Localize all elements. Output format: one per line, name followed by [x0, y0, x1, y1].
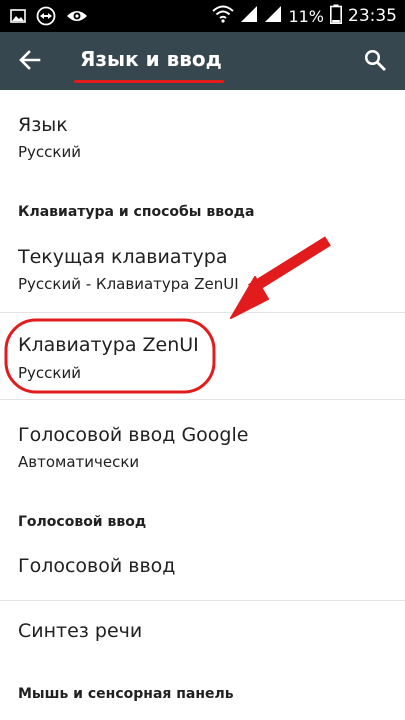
pref-summary: Русский — [18, 364, 81, 382]
back-button[interactable] — [10, 42, 50, 82]
page-title: Язык и ввод — [80, 47, 222, 71]
status-bar-notifications — [10, 6, 88, 30]
pref-title: Клавиатура ZenUI — [18, 334, 199, 356]
pref-tts[interactable]: Синтез речи — [0, 601, 405, 667]
arrow-back-icon — [19, 49, 41, 75]
pref-google-voice[interactable]: Голосовой ввод Google Автоматически — [0, 400, 405, 494]
status-bar-system: 11% 23:35 — [212, 4, 397, 28]
category-keyboards: Клавиатура и способы ввода — [18, 204, 255, 220]
battery-icon — [330, 4, 342, 28]
pref-title: Язык — [18, 114, 68, 136]
eye-notification-icon — [66, 8, 88, 28]
status-bar: 11% 23:35 — [0, 0, 405, 32]
remote-control-notification-icon — [36, 6, 56, 30]
pref-current-keyboard[interactable]: Текущая клавиатура Русский - Клавиатура … — [0, 230, 405, 312]
pref-title: Голосовой ввод Google — [18, 424, 249, 446]
search-button[interactable] — [355, 42, 395, 82]
gallery-notification-icon — [10, 8, 26, 28]
pref-title: Синтез речи — [18, 620, 143, 642]
pref-summary: Русский - Клавиатура ZenUI — [18, 275, 239, 293]
category-mouse: Мышь и сенсорная панель — [18, 686, 234, 702]
clock: 23:35 — [348, 6, 397, 26]
pref-zenui-keyboard[interactable]: Клавиатура ZenUI Русский — [0, 313, 405, 399]
app-toolbar: Язык и ввод — [0, 32, 405, 90]
settings-list: Язык Русский Клавиатура и способы ввода … — [0, 90, 405, 720]
pref-summary: Русский — [18, 143, 81, 161]
title-annotation-underline — [74, 80, 224, 83]
wifi-icon — [212, 5, 235, 27]
battery-percent: 11% — [288, 6, 324, 26]
pref-voice-input[interactable]: Голосовой ввод — [0, 538, 405, 600]
search-icon — [364, 49, 386, 75]
pref-title: Голосовой ввод — [18, 555, 176, 577]
signal-1-icon — [240, 5, 258, 27]
pref-summary: Автоматически — [18, 453, 140, 471]
category-voice: Голосовой ввод — [18, 514, 147, 530]
pref-title: Текущая клавиатура — [18, 246, 228, 268]
signal-2-icon — [264, 5, 282, 27]
pref-language[interactable]: Язык Русский — [0, 90, 405, 174]
